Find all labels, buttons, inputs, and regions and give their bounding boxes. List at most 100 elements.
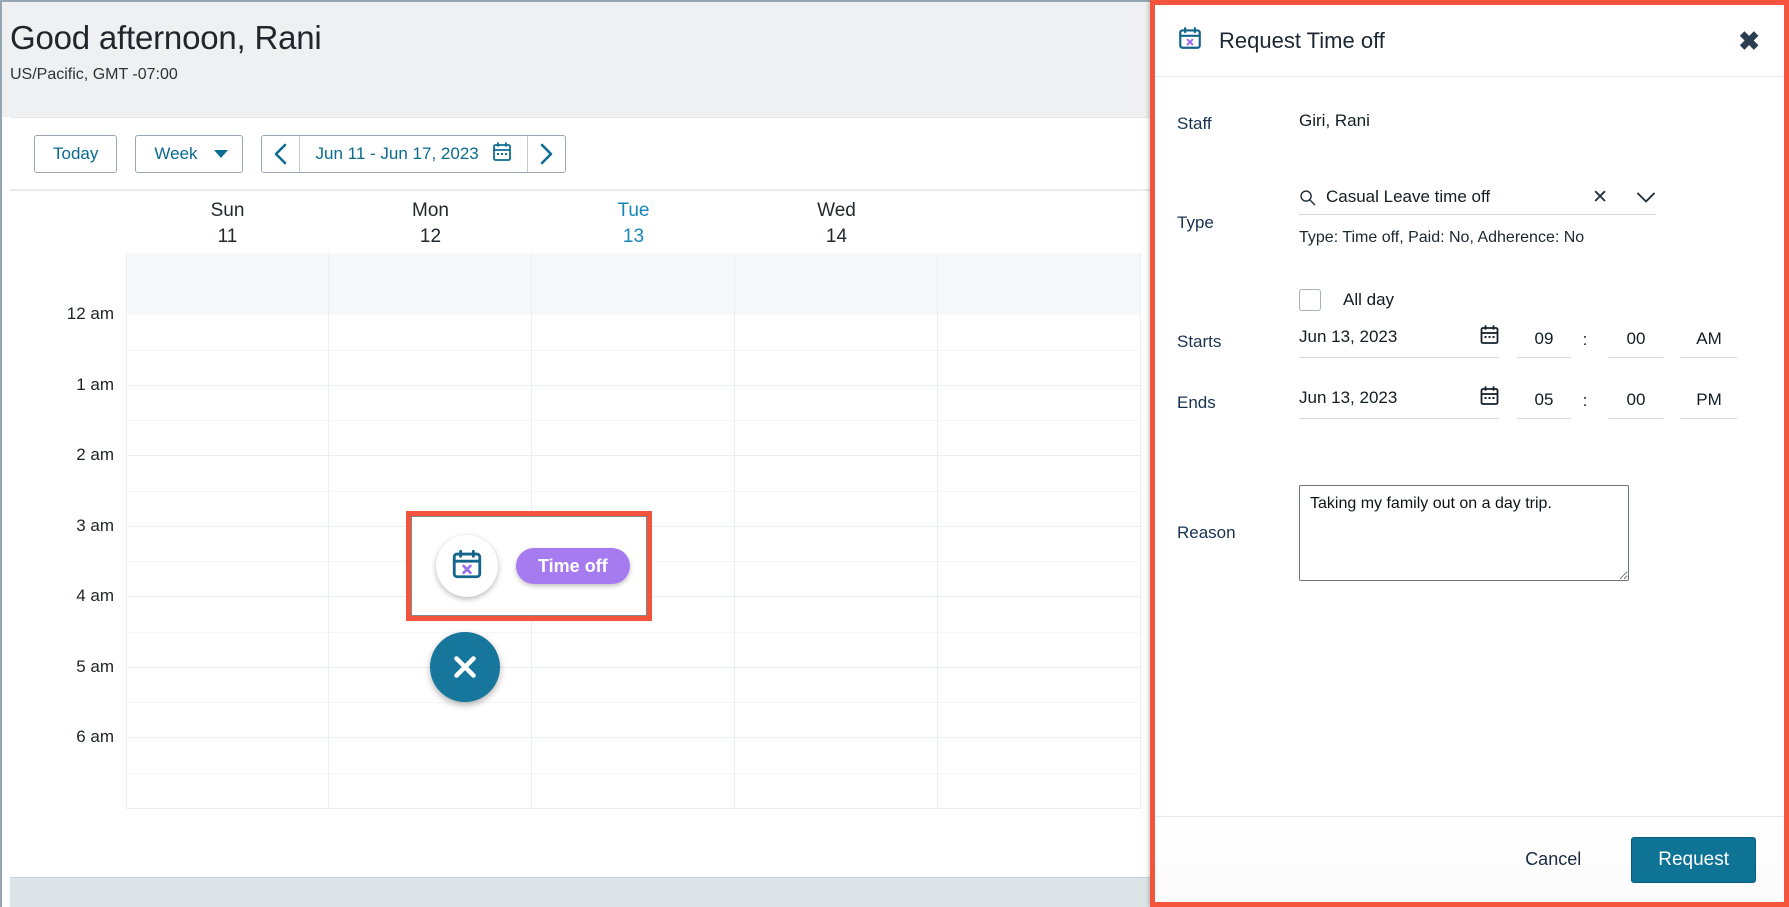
time-slot[interactable] xyxy=(938,667,1141,738)
time-slot[interactable] xyxy=(938,315,1141,386)
time-slot[interactable] xyxy=(938,597,1141,668)
page-title: Good afternoon, Rani xyxy=(10,19,322,56)
today-button[interactable]: Today xyxy=(34,134,118,173)
time-slot[interactable] xyxy=(126,315,329,386)
horizontal-scrollbar[interactable] xyxy=(10,877,1155,907)
all-day-checkbox[interactable] xyxy=(1299,289,1321,311)
calendar-x-icon xyxy=(450,547,484,586)
time-slot[interactable] xyxy=(329,315,532,386)
dialog-header: Request Time off ✖ xyxy=(1155,5,1784,77)
chevron-down-icon[interactable] xyxy=(1636,191,1656,204)
time-slot[interactable] xyxy=(735,667,938,738)
hour-label: 12 am xyxy=(66,304,114,323)
ends-colon: : xyxy=(1582,391,1588,410)
day-name: Tue xyxy=(617,200,650,221)
time-slot[interactable] xyxy=(532,738,735,809)
time-off-icon-button[interactable] xyxy=(436,535,498,597)
hour-label: 4 am xyxy=(76,586,114,605)
time-slot[interactable] xyxy=(126,738,329,809)
time-slot[interactable] xyxy=(735,385,938,456)
time-slot[interactable] xyxy=(126,526,329,597)
time-slot[interactable] xyxy=(126,667,329,738)
prev-week-button[interactable] xyxy=(261,135,300,172)
ends-date-input[interactable]: Jun 13, 2023 xyxy=(1299,386,1499,419)
time-slot[interactable] xyxy=(938,456,1141,527)
time-slot[interactable] xyxy=(938,526,1141,597)
time-slot[interactable] xyxy=(126,385,329,456)
hour-label: 6 am xyxy=(76,727,114,746)
view-select-label: Week xyxy=(154,143,198,163)
day-header-mon[interactable]: Mon 12 xyxy=(329,191,532,253)
all-day-cell[interactable] xyxy=(735,253,938,315)
view-select[interactable]: Week xyxy=(135,134,243,173)
day-header-thu[interactable] xyxy=(938,191,1141,253)
starts-ampm-input[interactable]: AM xyxy=(1681,329,1737,358)
day-number: 12 xyxy=(419,226,442,247)
time-slot[interactable] xyxy=(735,526,938,597)
time-off-pill-button[interactable]: Time off xyxy=(516,548,630,584)
hour-row: 6 am xyxy=(10,727,1155,809)
calendar-icon[interactable] xyxy=(1480,325,1499,349)
time-slot[interactable] xyxy=(938,385,1141,456)
starts-minute-input[interactable]: 00 xyxy=(1609,329,1663,358)
chevron-down-icon xyxy=(213,149,228,158)
time-slot[interactable] xyxy=(938,738,1141,809)
time-slot[interactable] xyxy=(329,738,532,809)
time-slot[interactable] xyxy=(126,456,329,527)
type-field-row: Type Casual Leave time off ✕ Type: Time … xyxy=(1177,187,1766,247)
quick-action-close-button[interactable] xyxy=(430,632,500,702)
time-slot[interactable] xyxy=(532,385,735,456)
next-week-button[interactable] xyxy=(526,135,565,172)
calendar-icon[interactable] xyxy=(1480,386,1499,410)
time-slot[interactable] xyxy=(126,597,329,668)
time-slot[interactable] xyxy=(735,456,938,527)
day-header-sun[interactable]: Sun 11 xyxy=(126,191,329,253)
request-time-off-dialog-highlight: Request Time off ✖ Staff Giri, Rani Type xyxy=(1150,0,1789,907)
day-name: Mon xyxy=(412,200,449,221)
ends-date-value: Jun 13, 2023 xyxy=(1299,388,1398,407)
starts-date-input[interactable]: Jun 13, 2023 xyxy=(1299,325,1499,358)
type-select[interactable]: Casual Leave time off ✕ xyxy=(1299,187,1656,215)
all-day-cell[interactable] xyxy=(329,253,532,315)
close-x-icon xyxy=(454,656,476,678)
date-range-label: Jun 11 - Jun 17, 2023 xyxy=(315,143,479,163)
time-slot[interactable] xyxy=(329,667,532,738)
time-slot[interactable] xyxy=(735,315,938,386)
all-day-cell[interactable] xyxy=(938,253,1141,315)
starts-row: Starts Jun 13, 2023 09: 00 AM xyxy=(1177,325,1766,358)
starts-label: Starts xyxy=(1177,332,1222,351)
day-header-tue[interactable]: Tue 13 xyxy=(532,191,735,253)
day-header-row: Sun 11 Mon 12 Tue 13 Wed 14 xyxy=(126,191,1141,253)
hour-row: 5 am xyxy=(10,657,1155,738)
type-label: Type xyxy=(1177,213,1214,232)
dialog-title: Request Time off xyxy=(1219,27,1385,53)
time-slot[interactable] xyxy=(735,597,938,668)
date-range-button[interactable]: Jun 11 - Jun 17, 2023 xyxy=(300,136,527,172)
quick-action-popover: Time off xyxy=(411,516,647,616)
clear-x-icon[interactable]: ✕ xyxy=(1592,188,1608,207)
reason-textarea[interactable] xyxy=(1299,485,1629,581)
close-icon[interactable]: ✖ xyxy=(1732,24,1766,58)
request-button[interactable]: Request xyxy=(1631,836,1756,883)
cancel-button[interactable]: Cancel xyxy=(1519,848,1587,871)
time-slot[interactable] xyxy=(329,385,532,456)
time-slot[interactable] xyxy=(532,315,735,386)
starts-date-value: Jun 13, 2023 xyxy=(1299,327,1398,346)
day-number: 11 xyxy=(217,226,238,247)
dialog-body: Staff Giri, Rani Type Casual Leave time … xyxy=(1155,77,1784,816)
starts-colon: : xyxy=(1582,330,1588,349)
time-slot[interactable] xyxy=(735,738,938,809)
time-slot[interactable] xyxy=(532,667,735,738)
day-number: 13 xyxy=(622,226,645,247)
date-nav-group: Jun 11 - Jun 17, 2023 xyxy=(260,134,566,173)
ends-minute-input[interactable]: 00 xyxy=(1609,390,1663,419)
calendar-toolbar: Today Week Jun 11 - Jun 17, 2023 xyxy=(10,117,1155,189)
day-header-wed[interactable]: Wed 14 xyxy=(735,191,938,253)
starts-hour-input[interactable]: 09 xyxy=(1517,329,1571,358)
ends-ampm-input[interactable]: PM xyxy=(1681,390,1737,419)
all-day-cell[interactable] xyxy=(532,253,735,315)
ends-hour-input[interactable]: 05 xyxy=(1517,390,1571,419)
calendar-pane: Good afternoon, Rani US/Pacific, GMT -07… xyxy=(0,0,1155,907)
all-day-cell[interactable] xyxy=(126,253,329,315)
ends-row: Ends Jun 13, 2023 05: 00 PM xyxy=(1177,386,1766,419)
